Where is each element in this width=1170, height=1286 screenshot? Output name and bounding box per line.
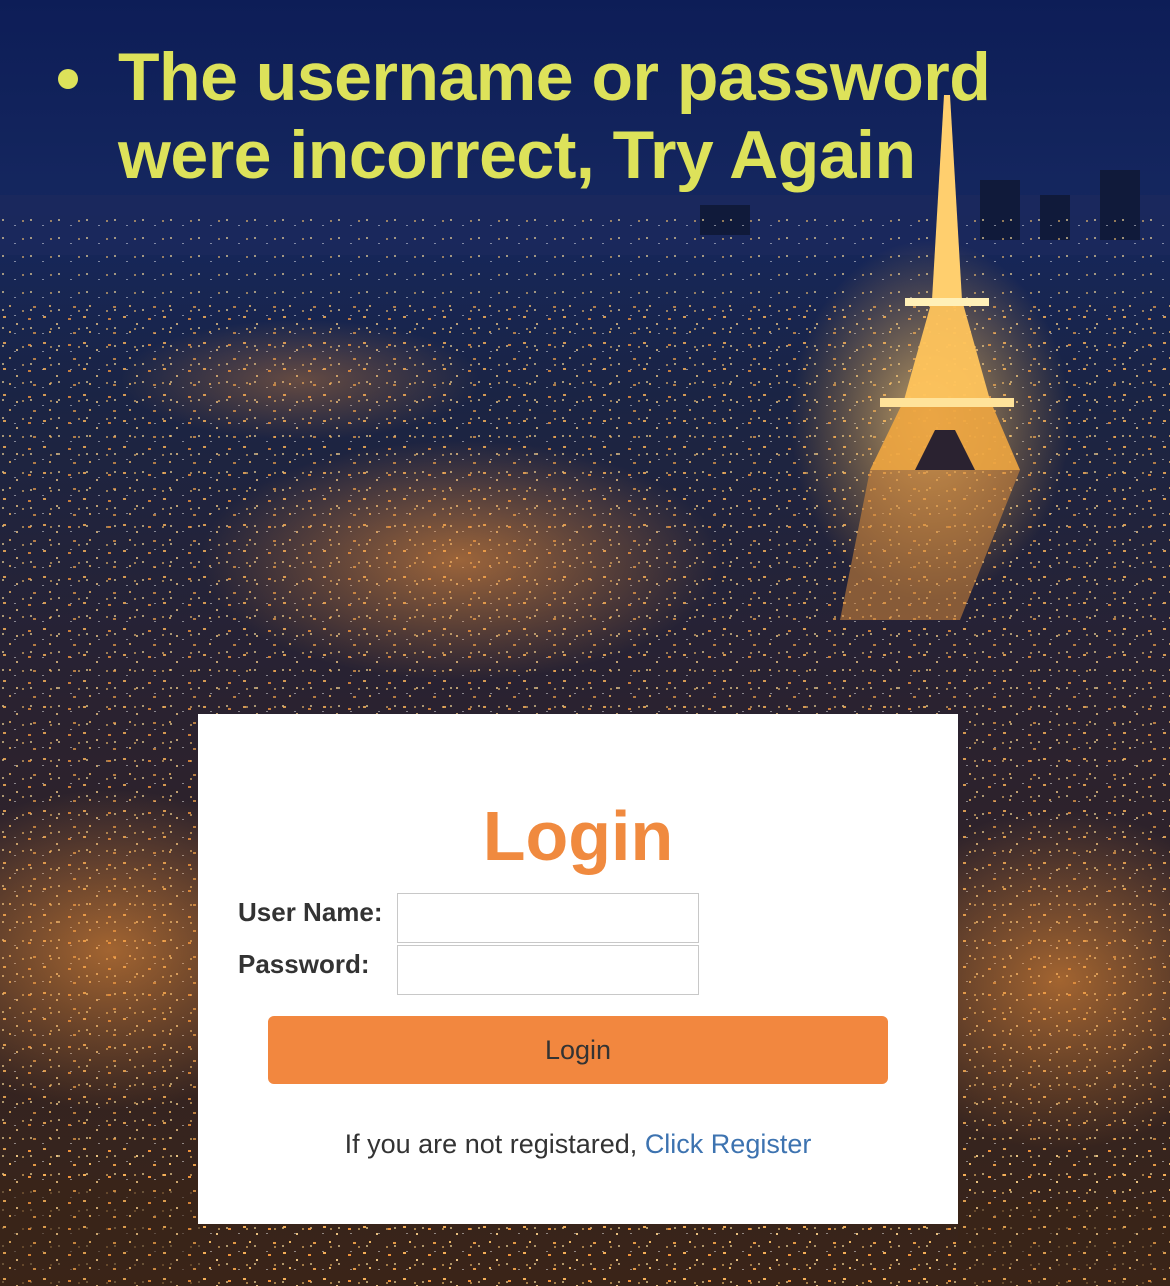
error-message: The username or password were incorrect,… — [52, 38, 1052, 194]
password-input[interactable] — [397, 945, 699, 995]
register-link[interactable]: Click Register — [645, 1129, 812, 1159]
password-label: Password: — [238, 949, 370, 979]
error-message-text: The username or password were incorrect,… — [118, 39, 991, 193]
username-input[interactable] — [397, 893, 699, 943]
register-prompt: If you are not registared, — [344, 1129, 638, 1159]
login-title: Login — [482, 797, 674, 875]
login-button[interactable]: Login — [268, 1016, 888, 1084]
error-message-list: The username or password were incorrect,… — [52, 38, 1052, 194]
username-label: User Name: — [238, 897, 383, 927]
bullet-icon — [58, 69, 78, 89]
register-line: If you are not registared, Click Registe… — [198, 1126, 958, 1162]
